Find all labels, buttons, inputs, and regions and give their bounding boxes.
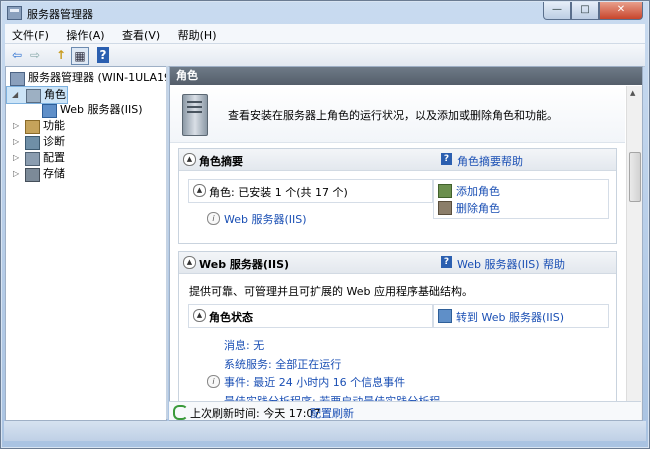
- scroll-thumb[interactable]: [629, 152, 641, 202]
- roles-actions-box: 添加角色 删除角色: [433, 179, 609, 219]
- roles-summary-help-link[interactable]: 角色摘要帮助: [457, 153, 523, 169]
- goto-web-server-link[interactable]: 转到 Web 服务器(IIS): [456, 309, 564, 325]
- web-server-iis-section: ▲ Web 服务器(IIS) ? Web 服务器(IIS) 帮助 提供可靠、可管…: [178, 251, 617, 413]
- collapse-up-icon[interactable]: ▲: [183, 256, 196, 269]
- system-services-link[interactable]: 系统服务: 全部正在运行: [224, 356, 341, 372]
- collapsed-triangle-icon[interactable]: ▷: [13, 134, 19, 150]
- server-roles-icon: [182, 94, 208, 136]
- navigation-tree: 服务器管理器 (WIN-1ULA19B4 ◢ 角色 Web 服务器(IIS) ▷…: [5, 66, 167, 421]
- web-server-icon: [42, 104, 57, 118]
- help-icon[interactable]: ?: [441, 256, 452, 268]
- collapse-up-icon[interactable]: ▲: [183, 153, 196, 166]
- help-icon[interactable]: ?: [441, 153, 452, 165]
- minimize-button[interactable]: —: [543, 2, 571, 20]
- role-status-box: ▲ 角色状态: [188, 304, 433, 328]
- goto-role-box: 转到 Web 服务器(IIS): [433, 304, 609, 328]
- tree-item-label: Web 服务器(IIS): [60, 103, 143, 116]
- remove-role-icon: [438, 201, 452, 215]
- server-manager-app-icon: [7, 6, 22, 20]
- collapsed-triangle-icon[interactable]: ▷: [13, 118, 19, 134]
- roles-count-box: ▲ 角色: 已安装 1 个(共 17 个): [188, 179, 433, 203]
- web-server-iis-title: Web 服务器(IIS): [199, 258, 290, 271]
- tree-item-roles[interactable]: ◢ 角色: [6, 86, 68, 104]
- events-link[interactable]: 事件: 最近 24 小时内 16 个信息事件: [224, 374, 405, 390]
- roles-summary-section: ▲ 角色摘要 ? 角色摘要帮助 ▲ 角色: 已安装 1 个(共 17 个) i …: [178, 148, 617, 244]
- web-server-iis-description: 提供可靠、可管理并且可扩展的 Web 应用程序基础结构。: [189, 285, 473, 298]
- forward-arrow-icon[interactable]: ⇨: [27, 47, 43, 63]
- collapse-up-icon[interactable]: ▲: [193, 184, 206, 197]
- menu-file[interactable]: 文件(F): [5, 24, 56, 46]
- web-server-iis-header: ▲ Web 服务器(IIS) ? Web 服务器(IIS) 帮助: [179, 252, 616, 274]
- server-manager-icon: [10, 72, 25, 86]
- window-title: 服务器管理器: [27, 8, 93, 21]
- menu-help[interactable]: 帮助(H): [171, 24, 224, 46]
- intro-text: 查看安装在服务器上角色的运行状况，以及添加或删除角色和功能。: [228, 109, 558, 122]
- menu-action[interactable]: 操作(A): [59, 24, 111, 46]
- title-bar[interactable]: 服务器管理器 — □ ✕: [1, 1, 649, 23]
- expanded-triangle-icon[interactable]: ◢: [12, 87, 18, 103]
- collapsed-triangle-icon[interactable]: ▷: [13, 166, 19, 182]
- add-role-icon: [438, 184, 452, 198]
- features-icon: [25, 120, 40, 134]
- window-bottom-frame: [4, 421, 646, 441]
- collapse-up-icon[interactable]: ▲: [193, 309, 206, 322]
- content-header: 角色: [170, 67, 642, 85]
- roles-icon: [26, 89, 41, 103]
- back-arrow-icon[interactable]: ⇦: [9, 47, 25, 63]
- tree-item-label: 存储: [43, 167, 65, 180]
- configure-refresh-link[interactable]: 配置刷新: [310, 405, 354, 421]
- refresh-icon[interactable]: [173, 405, 188, 420]
- close-button[interactable]: ✕: [599, 2, 643, 20]
- up-folder-icon[interactable]: ↑: [53, 47, 69, 63]
- show-hide-tree-icon[interactable]: ▦: [71, 47, 89, 65]
- web-server-role-link[interactable]: Web 服务器(IIS): [224, 211, 307, 227]
- storage-icon: [25, 168, 40, 182]
- toolbar: ⇦ ⇨ ↑ ▦ ?: [5, 44, 645, 67]
- roles-intro-banner: 查看安装在服务器上角色的运行状况，以及添加或删除角色和功能。: [170, 86, 625, 143]
- roles-installed-count: 角色: 已安装 1 个(共 17 个): [209, 186, 348, 199]
- add-role-link[interactable]: 添加角色: [456, 183, 500, 199]
- web-server-iis-help-link[interactable]: Web 服务器(IIS) 帮助: [457, 256, 565, 272]
- diagnostics-icon: [25, 136, 40, 150]
- info-icon: i: [207, 375, 220, 388]
- goto-icon: [438, 309, 452, 323]
- last-refresh-time: 上次刷新时间: 今天 17:07: [190, 407, 321, 420]
- roles-summary-header: ▲ 角色摘要 ? 角色摘要帮助: [179, 149, 616, 171]
- tree-item-label: 配置: [43, 151, 65, 164]
- tree-root-label: 服务器管理器 (WIN-1ULA19B4: [28, 71, 166, 84]
- roles-summary-title: 角色摘要: [199, 155, 243, 168]
- configuration-icon: [25, 152, 40, 166]
- role-status-title: 角色状态: [209, 311, 253, 324]
- messages-status-link[interactable]: 消息: 无: [224, 337, 264, 353]
- vertical-scrollbar[interactable]: ▲ ▼: [626, 86, 642, 420]
- help-icon[interactable]: ?: [97, 47, 109, 63]
- content-pane: 角色 查看安装在服务器上角色的运行状况，以及添加或删除角色和功能。 ▲ 角色摘要…: [169, 66, 643, 421]
- menu-bar: 文件(F) 操作(A) 查看(V) 帮助(H): [5, 24, 645, 44]
- collapsed-triangle-icon[interactable]: ▷: [13, 150, 19, 166]
- tree-item-label: 角色: [44, 88, 66, 101]
- status-bar: 上次刷新时间: 今天 17:07 配置刷新: [169, 401, 641, 420]
- scroll-up-arrow-icon[interactable]: ▲: [630, 89, 635, 97]
- maximize-button[interactable]: □: [571, 2, 599, 20]
- menu-view[interactable]: 查看(V): [115, 24, 167, 46]
- tree-item-label: 诊断: [43, 135, 65, 148]
- info-icon: i: [207, 212, 220, 225]
- tree-item-label: 功能: [43, 119, 65, 132]
- pane-splitter[interactable]: [166, 66, 168, 419]
- remove-role-link[interactable]: 删除角色: [456, 200, 500, 216]
